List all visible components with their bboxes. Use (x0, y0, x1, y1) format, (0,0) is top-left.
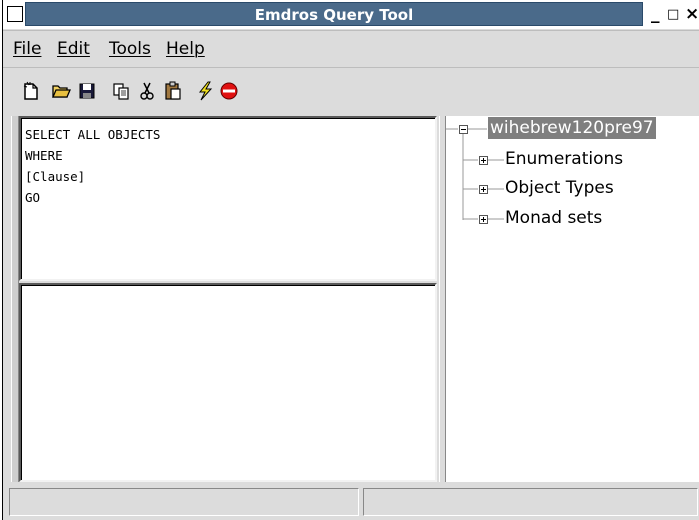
query-text[interactable]: SELECT ALL OBJECTS WHERE [Clause] GO (25, 124, 160, 208)
window-title: Emdros Query Tool (254, 6, 414, 24)
results-pane-frame (21, 285, 435, 480)
tree-item-monad-sets[interactable]: Monad sets (505, 208, 602, 228)
close-button[interactable]: × (685, 4, 699, 24)
status-cell-right (363, 488, 698, 516)
schema-tree[interactable]: wihebrew120pre97 Enumerations Object Typ… (446, 116, 699, 482)
copy-button[interactable] (111, 81, 131, 101)
status-bar (3, 484, 699, 520)
collapse-root-icon[interactable] (459, 125, 468, 134)
copy-icon (113, 83, 129, 100)
expand-object-types-icon[interactable] (479, 185, 488, 194)
menu-edit[interactable]: Edit (57, 39, 90, 59)
tree-lines (446, 128, 504, 220)
vertical-splitter[interactable] (439, 116, 446, 482)
expand-enumerations-icon[interactable] (479, 156, 488, 165)
menu-tools[interactable]: Tools (109, 39, 151, 59)
menu-bar: File Edit Tools Help (3, 30, 699, 68)
open-file-button[interactable] (51, 81, 71, 101)
menu-help[interactable]: Help (166, 39, 205, 59)
maximize-button[interactable]: □ (667, 5, 679, 25)
new-file-icon (23, 81, 38, 100)
results-pane[interactable] (19, 283, 437, 482)
tree-item-enumerations[interactable]: Enumerations (505, 149, 623, 169)
execute-lightning-icon (198, 81, 213, 101)
minimize-button[interactable]: _ (651, 4, 660, 24)
paste-button[interactable] (163, 81, 183, 101)
execute-button[interactable] (195, 81, 215, 101)
save-button[interactable] (77, 81, 97, 101)
save-disk-icon (79, 83, 95, 99)
query-editor-frame: SELECT ALL OBJECTS WHERE [Clause] GO (21, 118, 435, 279)
query-editor[interactable]: SELECT ALL OBJECTS WHERE [Clause] GO (19, 116, 437, 281)
tree-item-object-types[interactable]: Object Types (505, 178, 614, 198)
new-file-button[interactable] (21, 81, 41, 101)
stop-icon (220, 82, 238, 100)
tree-root-label[interactable]: wihebrew120pre97 (488, 117, 656, 139)
expand-monad-sets-icon[interactable] (479, 215, 488, 224)
stop-button[interactable] (219, 81, 239, 101)
toolbar (3, 69, 699, 113)
cut-button[interactable] (137, 81, 157, 101)
menu-file[interactable]: File (13, 39, 41, 59)
title-bar[interactable]: Emdros Query Tool _ □ × (3, 0, 699, 29)
open-folder-icon (52, 85, 71, 98)
app-window: Emdros Query Tool _ □ × File Edit Tools … (2, 0, 699, 520)
left-splitter-grip[interactable] (11, 116, 19, 482)
window-menu-box[interactable] (7, 6, 23, 22)
paste-clipboard-icon (165, 81, 181, 100)
status-cell-left (9, 488, 359, 516)
title-bar-fill[interactable]: Emdros Query Tool (25, 2, 643, 26)
cut-scissors-icon (140, 82, 154, 100)
